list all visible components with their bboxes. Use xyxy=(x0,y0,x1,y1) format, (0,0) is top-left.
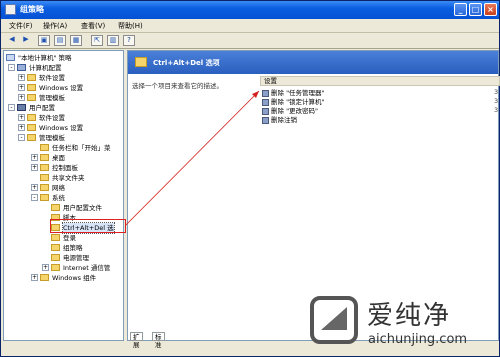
details-heading: Ctrl+Alt+Del 选项 xyxy=(153,59,220,67)
minimize-button[interactable]: _ xyxy=(454,3,467,16)
collapse-icon[interactable]: - xyxy=(8,64,15,71)
highlight-box xyxy=(50,219,126,233)
tree-pane[interactable]: "本地计算机" 策略 - 计算机配置 + 软件设置 + Windows 设置 +… xyxy=(3,50,124,341)
folder-icon xyxy=(51,264,60,271)
app-icon xyxy=(5,4,16,15)
folder-icon xyxy=(27,114,36,121)
watermark-cn: 爱纯净 xyxy=(367,301,452,331)
description-text: 选择一个项目来查看它的描述。 xyxy=(132,82,223,90)
computer-icon xyxy=(6,54,15,61)
menu-help[interactable]: 帮助(H) xyxy=(118,21,143,31)
watermark-en: aichunjing.com xyxy=(368,332,468,347)
details-header: Ctrl+Alt+Del 选项 xyxy=(128,51,498,74)
properties-icon[interactable]: ▥ xyxy=(107,35,119,46)
folder-icon xyxy=(27,124,36,131)
menu-action[interactable]: 操作(A) xyxy=(43,21,67,31)
folder-open-icon xyxy=(40,194,49,201)
policy-icon xyxy=(262,99,269,106)
watermark-logo-icon xyxy=(310,296,358,344)
folder-icon xyxy=(135,57,147,67)
forward-icon[interactable]: ▶ xyxy=(20,35,32,46)
expand-icon[interactable]: + xyxy=(31,274,38,281)
group-policy-window: 组策略 _ □ × 文件(F) 操作(A) 查看(V) 帮助(H) ◀ ▶ ▣ … xyxy=(0,0,500,357)
title-bar: 组策略 _ □ × xyxy=(1,1,499,19)
expand-icon[interactable]: + xyxy=(18,114,25,121)
menu-file[interactable]: 文件(F) xyxy=(9,21,33,31)
up-folder-icon[interactable]: ▣ xyxy=(38,35,50,46)
folder-open-icon xyxy=(27,134,36,141)
policy-icon xyxy=(262,117,269,124)
policy-icon xyxy=(262,90,269,97)
folder-icon xyxy=(51,204,60,211)
policy-icon xyxy=(262,108,269,115)
folder-icon xyxy=(40,274,49,281)
expand-icon[interactable]: + xyxy=(18,84,25,91)
expand-icon[interactable]: + xyxy=(18,124,25,131)
tab-extended[interactable]: 扩展 xyxy=(130,332,143,349)
folder-icon xyxy=(51,254,60,261)
policy-state: 3 xyxy=(494,88,499,96)
help-icon[interactable]: ? xyxy=(123,35,135,46)
column-header-setting[interactable]: 设置 xyxy=(260,76,500,86)
watermark: 爱纯净 aichunjing.com xyxy=(301,289,500,357)
export-icon[interactable]: ⇱ xyxy=(91,35,103,46)
expand-icon[interactable]: + xyxy=(31,184,38,191)
folder-icon xyxy=(40,174,49,181)
policy-state: 3 xyxy=(494,106,499,114)
expand-icon[interactable]: + xyxy=(18,74,25,81)
back-icon[interactable]: ◀ xyxy=(6,35,18,46)
folder-icon xyxy=(51,234,60,241)
maximize-button[interactable]: □ xyxy=(469,3,482,16)
collapse-icon[interactable]: - xyxy=(31,194,38,201)
user-config-icon xyxy=(17,104,26,111)
menu-view[interactable]: 查看(V) xyxy=(81,21,105,31)
collapse-icon[interactable]: - xyxy=(18,134,25,141)
policy-state: 3 xyxy=(494,97,499,105)
collapse-icon[interactable]: - xyxy=(8,104,15,111)
expand-icon[interactable]: + xyxy=(31,164,38,171)
expand-icon[interactable]: + xyxy=(18,94,25,101)
expand-icon[interactable]: + xyxy=(31,154,38,161)
computer-config-icon xyxy=(17,64,26,71)
folder-icon xyxy=(40,184,49,191)
show-tree-icon[interactable]: ▤ xyxy=(54,35,66,46)
folder-icon xyxy=(40,164,49,171)
toolbar: ◀ ▶ ▣ ▤ ▦ ⇱ ▥ ? xyxy=(1,33,499,49)
folder-icon xyxy=(27,74,36,81)
folder-icon xyxy=(51,244,60,251)
folder-icon xyxy=(40,144,49,151)
folder-icon xyxy=(27,94,36,101)
tab-standard[interactable]: 标准 xyxy=(152,332,165,349)
list-icon[interactable]: ▦ xyxy=(70,35,82,46)
folder-icon xyxy=(27,84,36,91)
window-title: 组策略 xyxy=(20,5,44,14)
menu-bar: 文件(F) 操作(A) 查看(V) 帮助(H) xyxy=(1,19,499,33)
expand-icon[interactable]: + xyxy=(42,264,49,271)
folder-icon xyxy=(40,154,49,161)
close-button[interactable]: × xyxy=(484,3,497,16)
